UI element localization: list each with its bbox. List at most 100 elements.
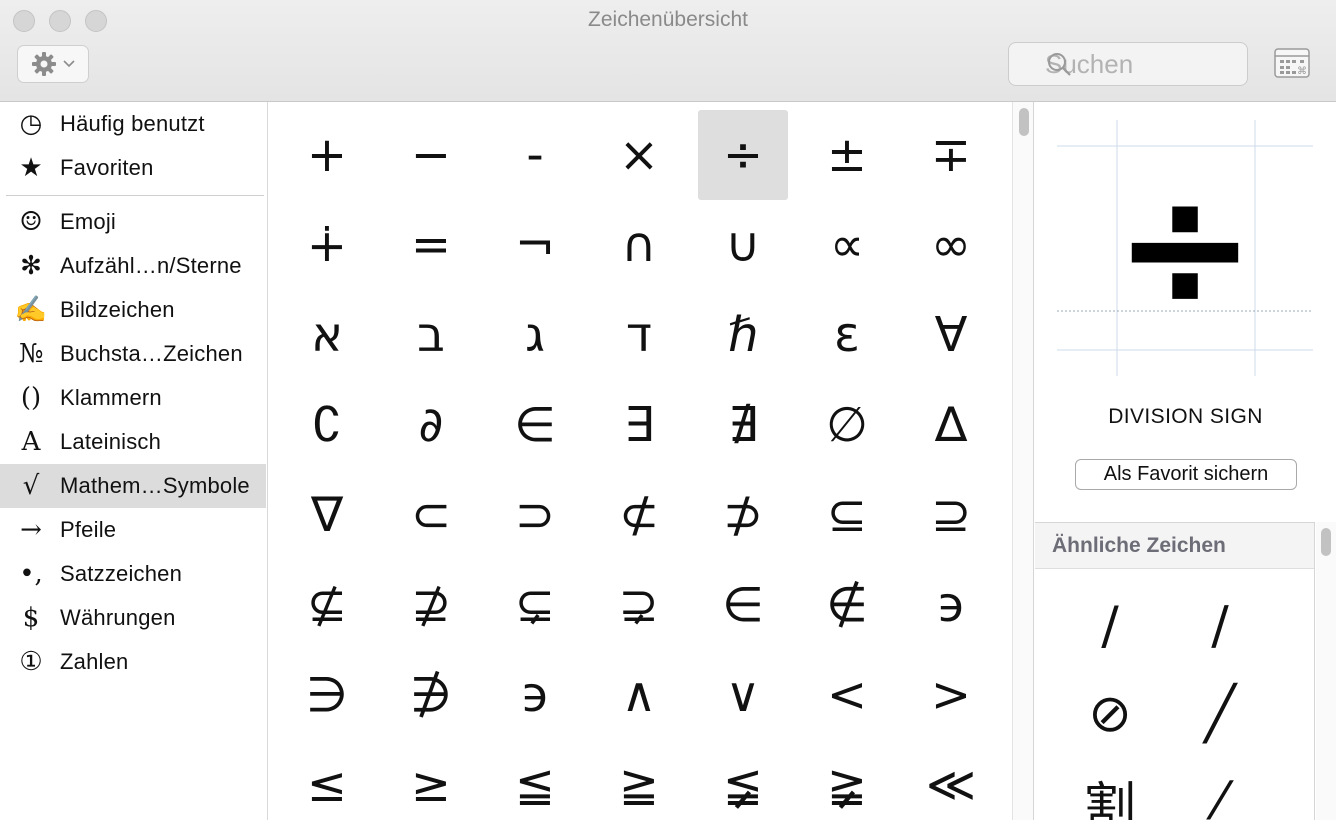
character-cell[interactable]: ∂ <box>386 380 476 470</box>
character-cell[interactable]: ⊄ <box>594 470 684 560</box>
save-favorite-button[interactable]: Als Favorit sichern <box>1075 459 1297 490</box>
similar-character-cell[interactable]: ⊘ <box>1065 671 1155 757</box>
character-cell[interactable]: ϶ <box>906 560 996 650</box>
character-cell[interactable]: ∀ <box>906 290 996 380</box>
parentheses-icon: () <box>20 383 42 413</box>
writing-hand-icon: ✍ <box>14 295 48 325</box>
sidebar-item-8[interactable]: √ Mathem…Symbole <box>0 464 266 508</box>
character-cell[interactable]: ∧ <box>594 650 684 740</box>
character-cell[interactable]: ⊆ <box>802 470 892 560</box>
character-cell[interactable]: ≨ <box>698 740 788 820</box>
character-cell[interactable]: ⊉ <box>386 560 476 650</box>
sidebar-item-3[interactable]: ✻ Aufzähl…n/Sterne <box>0 244 266 288</box>
character-cell[interactable]: ⊈ <box>282 560 372 650</box>
character-cell[interactable]: ∓ <box>906 110 996 200</box>
similar-characters-header: Ähnliche Zeichen <box>1035 523 1314 569</box>
circled-one-icon: ① <box>19 647 43 677</box>
latin-a-icon: A <box>21 427 41 457</box>
similar-characters-panel: Ähnliche Zeichen / ∕ ⊘ ╱ 割 ⁄ <box>1035 522 1315 820</box>
character-cell[interactable]: ≦ <box>490 740 580 820</box>
character-cell[interactable]: ∁ <box>282 380 372 470</box>
similar-scrollbar[interactable] <box>1316 522 1336 820</box>
similar-character-cell[interactable]: / <box>1065 583 1155 669</box>
similar-character-cell[interactable]: 割 <box>1065 759 1155 820</box>
character-cell[interactable]: ∩ <box>594 200 684 290</box>
character-cell[interactable]: ⊂ <box>386 470 476 560</box>
category-sidebar: ◷ Häufig benutzt ★ Favoriten ☺ Emoji ✻ Aufzähl…… <box>0 102 268 820</box>
character-grid-icon[interactable]: ⌘ <box>1274 48 1310 78</box>
grid-scrollbar[interactable] <box>1012 102 1034 820</box>
sidebar-item-4[interactable]: ✍ Bildzeichen <box>0 288 266 332</box>
character-cell[interactable]: ⊊ <box>490 560 580 650</box>
character-cell[interactable]: ≧ <box>594 740 684 820</box>
character-cell[interactable]: ⊅ <box>698 470 788 560</box>
character-cell[interactable]: > <box>906 650 996 740</box>
character-cell[interactable]: ϶ <box>490 650 580 740</box>
clock-icon: ◷ <box>19 109 43 139</box>
character-cell[interactable]: א <box>282 290 372 380</box>
search-field[interactable] <box>1008 42 1248 86</box>
punctuation-icon: •, <box>19 559 43 589</box>
character-cell[interactable]: - <box>490 110 580 200</box>
character-cell[interactable]: ℏ <box>698 290 788 380</box>
character-cell[interactable]: ∄ <box>698 380 788 470</box>
sidebar-item-5[interactable]: № Buchsta…Zeichen <box>0 332 266 376</box>
character-cell[interactable]: ∨ <box>698 650 788 740</box>
similar-scroll-thumb[interactable] <box>1321 528 1331 556</box>
character-cell[interactable]: = <box>386 200 476 290</box>
sidebar-item-label: Mathem…Symbole <box>60 473 250 498</box>
sidebar-item-0[interactable]: ◷ Häufig benutzt <box>0 102 266 146</box>
character-cell[interactable]: ∋ <box>282 650 372 740</box>
character-cell[interactable]: × <box>594 110 684 200</box>
character-cell[interactable]: ∌ <box>386 650 476 740</box>
character-cell[interactable]: ∝ <box>802 200 892 290</box>
character-cell[interactable]: ∅ <box>802 380 892 470</box>
grid-scroll-thumb[interactable] <box>1019 108 1029 136</box>
character-cell[interactable]: ¬ <box>490 200 580 290</box>
character-cell[interactable]: ד <box>594 290 684 380</box>
character-cell[interactable]: ב <box>386 290 476 380</box>
similar-character-cell[interactable]: ╱ <box>1175 671 1265 757</box>
character-cell[interactable]: ∃ <box>594 380 684 470</box>
character-cell[interactable]: − <box>386 110 476 200</box>
sidebar-item-12[interactable]: ① Zahlen <box>0 640 266 684</box>
character-cell[interactable]: ∈ <box>698 560 788 650</box>
character-cell[interactable]: ⊋ <box>594 560 684 650</box>
sidebar-item-10[interactable]: •, Satzzeichen <box>0 552 266 596</box>
sidebar-item-2[interactable]: ☺ Emoji <box>0 200 266 244</box>
character-cell[interactable]: ∞ <box>906 200 996 290</box>
sidebar-item-1[interactable]: ★ Favoriten <box>0 146 266 190</box>
character-cell[interactable]: ⊃ <box>490 470 580 560</box>
character-cell[interactable]: + <box>282 110 372 200</box>
similar-character-cell[interactable]: ⁄ <box>1175 759 1265 820</box>
character-cell[interactable]: ± <box>802 110 892 200</box>
character-cell[interactable]: ∇ <box>282 470 372 560</box>
svg-text:⌘: ⌘ <box>1297 66 1307 77</box>
character-cell[interactable]: ג <box>490 290 580 380</box>
action-menu-button[interactable] <box>17 45 89 83</box>
sidebar-divider <box>6 195 264 196</box>
character-cell[interactable]: ε <box>802 290 892 380</box>
search-icon <box>1048 53 1071 76</box>
character-detail-panel: ÷ DIVISION SIGN Als Favorit sichern Ähnl… <box>1035 102 1336 820</box>
character-cell[interactable]: ∆ <box>906 380 996 470</box>
sidebar-item-label: Zahlen <box>60 649 129 674</box>
character-cell[interactable]: ≩ <box>802 740 892 820</box>
sidebar-item-11[interactable]: $ Währungen <box>0 596 266 640</box>
character-cell[interactable]: ∔ <box>282 200 372 290</box>
character-cell[interactable]: ∉ <box>802 560 892 650</box>
character-name: DIVISION SIGN <box>1108 405 1263 428</box>
character-cell[interactable]: ≤ <box>282 740 372 820</box>
character-cell[interactable]: ∪ <box>698 200 788 290</box>
character-cell[interactable]: ≪ <box>906 740 996 820</box>
similar-character-cell[interactable]: ∕ <box>1175 583 1265 669</box>
character-cell[interactable]: < <box>802 650 892 740</box>
sidebar-item-label: Emoji <box>60 209 117 234</box>
character-cell[interactable]: ⊇ <box>906 470 996 560</box>
sidebar-item-6[interactable]: () Klammern <box>0 376 266 420</box>
character-cell[interactable]: ÷ <box>698 110 788 200</box>
sidebar-item-7[interactable]: A Lateinisch <box>0 420 266 464</box>
character-cell[interactable]: ∈ <box>490 380 580 470</box>
character-cell[interactable]: ≥ <box>386 740 476 820</box>
sidebar-item-9[interactable]: → Pfeile <box>0 508 266 552</box>
